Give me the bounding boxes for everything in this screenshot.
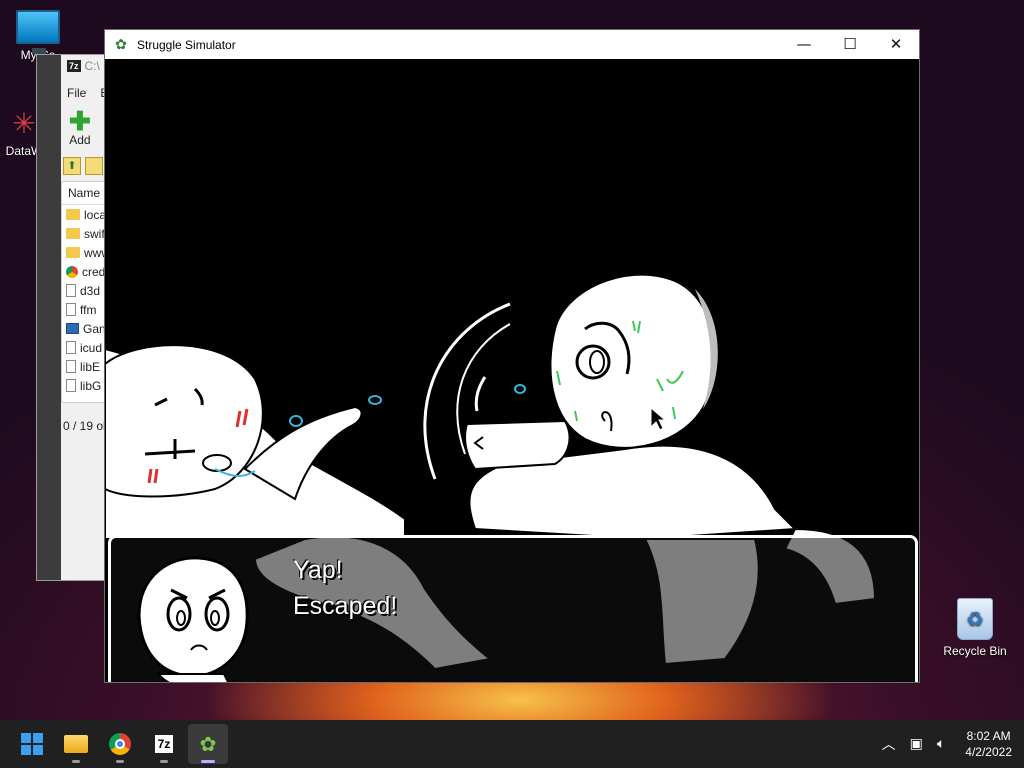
chrome-icon bbox=[109, 733, 131, 755]
running-indicator bbox=[116, 760, 124, 763]
desktop-icon-recycle-bin[interactable]: ♻ Recycle Bin bbox=[938, 598, 1012, 658]
running-indicator bbox=[160, 760, 168, 763]
add-label: Add bbox=[69, 133, 91, 147]
volume-icon[interactable]: 🔈︎ bbox=[937, 736, 945, 752]
motion-line bbox=[474, 376, 487, 412]
plus-icon: ✚ bbox=[69, 106, 91, 136]
windows-logo-icon bbox=[21, 733, 43, 755]
folder-icon bbox=[66, 228, 80, 239]
folder-icon bbox=[66, 209, 80, 220]
file-icon bbox=[66, 341, 76, 354]
right-character-arm bbox=[464, 419, 571, 471]
file-name: libG bbox=[80, 378, 102, 393]
add-button[interactable]: ✚ Add bbox=[69, 106, 91, 147]
sevenzip-menubar: File E bbox=[67, 86, 108, 100]
game-window[interactable]: ✿ Struggle Simulator — ☐ ✕ Yap! Escaped! bbox=[104, 29, 920, 683]
sevenzip-logo-icon: 7z bbox=[67, 60, 81, 72]
taskbar-chrome[interactable] bbox=[100, 724, 140, 764]
game-scene[interactable]: Yap! Escaped! bbox=[105, 59, 919, 682]
desktop-icon-label: Recycle Bin bbox=[943, 644, 1007, 658]
close-button[interactable]: ✕ bbox=[873, 30, 919, 59]
taskbar-file-explorer[interactable] bbox=[56, 724, 96, 764]
clock-date: 4/2/2022 bbox=[965, 745, 1012, 759]
tear-drop bbox=[289, 415, 303, 427]
running-indicator bbox=[72, 760, 80, 763]
tear-drop bbox=[514, 384, 526, 394]
game-app-icon: ✿ bbox=[115, 36, 127, 53]
tear-drop bbox=[368, 395, 382, 405]
file-icon bbox=[66, 379, 76, 392]
file-name: ffm bbox=[80, 302, 97, 317]
datawin-icon: ✳ bbox=[12, 108, 36, 139]
window-shadow-strip bbox=[37, 55, 61, 580]
folder-icon bbox=[66, 247, 80, 258]
window-titlebar[interactable]: ✿ Struggle Simulator — ☐ ✕ bbox=[105, 30, 919, 59]
status-bar: 0 / 19 ob bbox=[63, 419, 110, 433]
taskbar-struggle-simulator[interactable]: ✿ bbox=[188, 724, 228, 764]
file-name: d3d bbox=[80, 283, 101, 298]
sevenzip-nav: ⬆ bbox=[63, 157, 103, 175]
game-app-icon: ✿ bbox=[199, 732, 217, 756]
dialogue-box[interactable]: Yap! Escaped! bbox=[108, 535, 918, 682]
file-icon bbox=[66, 284, 76, 297]
sevenzip-title: C:\ bbox=[84, 59, 100, 73]
network-icon[interactable]: ▣ bbox=[910, 736, 923, 752]
system-tray: ︿ ▣ 🔈︎ 8:02 AM 4/2/2022 bbox=[882, 720, 1012, 768]
app-icon bbox=[66, 323, 79, 334]
start-button[interactable] bbox=[12, 724, 52, 764]
file-name: icud bbox=[80, 340, 103, 355]
monitor-icon bbox=[16, 10, 60, 54]
folder-icon bbox=[64, 735, 88, 753]
recycle-bin-icon: ♻ bbox=[957, 598, 993, 640]
active-indicator bbox=[201, 760, 215, 763]
taskbar: 7z ✿ ︿ ▣ 🔈︎ 8:02 AM 4/2/2022 bbox=[0, 720, 1024, 768]
menu-file[interactable]: File bbox=[67, 86, 86, 100]
maximize-button[interactable]: ☐ bbox=[827, 30, 873, 59]
window-title: Struggle Simulator bbox=[137, 37, 236, 52]
clock[interactable]: 8:02 AM 4/2/2022 bbox=[965, 728, 1012, 760]
taskbar-7zip[interactable]: 7z bbox=[144, 724, 184, 764]
file-name: Gan bbox=[83, 321, 106, 336]
file-name: libE bbox=[80, 359, 101, 374]
chrome-icon bbox=[66, 265, 78, 278]
minimize-button[interactable]: — bbox=[781, 30, 827, 59]
dialogue-text: Yap! Escaped! bbox=[293, 556, 398, 620]
clock-time: 8:02 AM bbox=[966, 729, 1011, 743]
file-name: cred bbox=[82, 264, 106, 279]
chevron-up-icon[interactable]: ︿ bbox=[882, 734, 896, 754]
speaker-portrait bbox=[137, 556, 249, 682]
sevenzip-titlebar[interactable]: 7z C:\ bbox=[67, 59, 100, 73]
folder-icon[interactable] bbox=[85, 157, 103, 175]
folder-up-icon[interactable]: ⬆ bbox=[63, 157, 81, 175]
file-name: swif bbox=[84, 226, 105, 241]
file-name: loca bbox=[84, 207, 107, 222]
right-character-head bbox=[549, 273, 716, 449]
sevenzip-icon: 7z bbox=[154, 735, 174, 753]
file-icon bbox=[66, 303, 76, 316]
file-icon bbox=[66, 360, 76, 373]
